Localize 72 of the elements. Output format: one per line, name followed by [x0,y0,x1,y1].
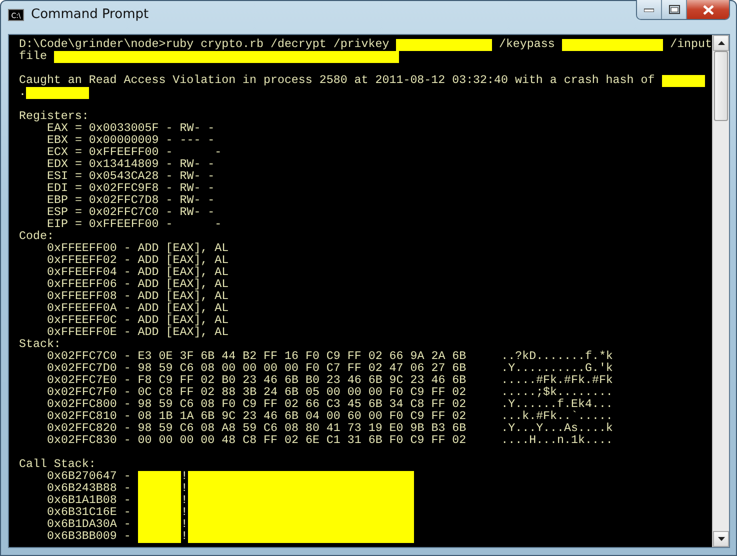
output-line: 0xFFEEFF00 - ADD [EAX], AL [47,243,229,255]
hex-dump-text: 0x02FFC7F0 - 0C C8 FF 02 88 3B 24 6B 05 00 00 00 F0 C9 FF 02 [47,387,466,399]
section-heading: Call Stack: [19,459,96,471]
window-title: Command Prompt [31,7,150,23]
output-line: EAX = 0x0033005F - RW- - [47,123,215,135]
hex-dump-text: 0x02FFC7E0 - F8 C9 FF 02 B0 23 46 6B B0 23 46 6B 9C 23 46 6B [47,375,466,387]
ascii-dump-text: .Y..........G.'k [501,363,613,375]
output-text: file [19,51,47,63]
output-line: 0xFFEEFF0E - ADD [EAX], AL [47,327,229,339]
maximize-button[interactable] [662,0,687,19]
minimize-button[interactable] [637,0,662,19]
hex-dump-text: 0x02FFC830 - 00 00 00 00 48 C8 FF 02 6E C1 31 6B F0 C9 FF 02 [47,435,466,447]
separator-text: ! [180,483,188,495]
output-text: /keypass [498,39,555,51]
maximize-icon [668,5,680,14]
output-line: ESI = 0x0543CA28 - RW- - [47,171,215,183]
output-line: EDX = 0x13414809 - RW- - [47,159,215,171]
ascii-dump-text: .Y...Y...As....k [501,423,613,435]
separator-text: ! [180,471,188,483]
down-arrow-icon [718,537,724,541]
ascii-dump-text: ....H...n.1k.... [501,435,613,447]
frame-address: 0x6B1A1B08 - [47,495,131,507]
output-line: EIP = 0xFFEEFF00 - - [47,219,222,231]
output-line: 0xFFEEFF08 - ADD [EAX], AL [47,291,229,303]
output-line: 0xFFEEFF0C - ADD [EAX], AL [47,315,229,327]
frame-address: 0x6B3BB009 - [47,531,131,543]
up-arrow-icon [718,41,724,45]
scroll-down-button[interactable] [713,531,729,547]
close-icon [702,4,714,14]
separator-text: ! [180,495,188,507]
output-line: 0xFFEEFF04 - ADD [EAX], AL [47,267,229,279]
frame-address: 0x6B243B88 - [47,483,131,495]
output-text: D:\Code\grinder\node>ruby crypto.rb /decrypt /privkey [19,39,390,51]
output-text: /input [670,39,712,51]
output-line: ECX = 0xFFEEFF00 - - [47,147,222,159]
scrollbar-thumb[interactable] [714,51,728,121]
output-line: 0xFFEEFF06 - ADD [EAX], AL [47,279,229,291]
ascii-dump-text: ..?kD.......f.*k [501,351,613,363]
redaction-bar [662,75,705,87]
output-line: EBP = 0x02FFC7D8 - RW- - [47,195,215,207]
redaction-bar [26,87,89,99]
minimize-icon [644,8,654,12]
redaction-bar [138,531,181,543]
separator-text: ! [180,507,188,519]
hex-dump-text: 0x02FFC810 - 08 1B 1A 6B 9C 23 46 6B 04 00 60 00 F0 C9 FF 02 [47,411,466,423]
separator-text: ! [180,519,188,531]
output-line: ESP = 0x02FFC7C0 - RW- - [47,207,215,219]
close-button[interactable] [687,0,729,19]
output-text: Caught an Read Access Violation in process 2580 at 2011-08-12 03:32:40 with a crash hash of [19,75,655,87]
section-heading: Stack: [19,339,61,351]
ascii-dump-text: .....;$k........ [501,387,613,399]
separator-text: ! [180,531,188,543]
output-line: EBX = 0x00000009 - --- - [47,135,215,147]
ascii-dump-text: .Y......f.Ek4... [501,399,613,411]
output-line: 0xFFEEFF0A - ADD [EAX], AL [47,303,229,315]
redaction-bar [138,471,181,483]
frame-address: 0x6B1DA30A - [47,519,131,531]
section-heading: Registers: [19,111,89,123]
output-text: . [19,87,26,99]
hex-dump-text: 0x02FFC7D0 - 98 59 C6 08 00 00 00 00 F0 C7 FF 02 47 06 27 6B [47,363,466,375]
scroll-up-button[interactable] [713,35,729,51]
hex-dump-text: 0x02FFC820 - 98 59 C6 08 A8 59 C6 08 80 41 73 19 E0 9B B3 6B [47,423,466,435]
output-line: 0xFFEEFF02 - ADD [EAX], AL [47,255,229,267]
hex-dump-text: 0x02FFC7C0 - E3 0E 3F 6B 44 B2 FF 16 F0 C9 FF 02 66 9A 2A 6B [47,351,466,363]
section-heading: Code: [19,231,54,243]
hex-dump-text: 0x02FFC800 - 98 59 C6 08 F0 C9 FF 02 66 C3 45 6B 34 C8 FF 02 [47,399,466,411]
ascii-dump-text: .....#Fk.#Fk.#Fk [501,375,613,387]
frame-address: 0x6B31C16E - [47,507,131,519]
scrollbar[interactable] [712,35,729,547]
output-line: EDI = 0x02FFC9F8 - RW- - [47,183,215,195]
frame-address: 0x6B270647 - [47,471,131,483]
ascii-dump-text: ...k.#Fk..`..... [501,411,613,423]
